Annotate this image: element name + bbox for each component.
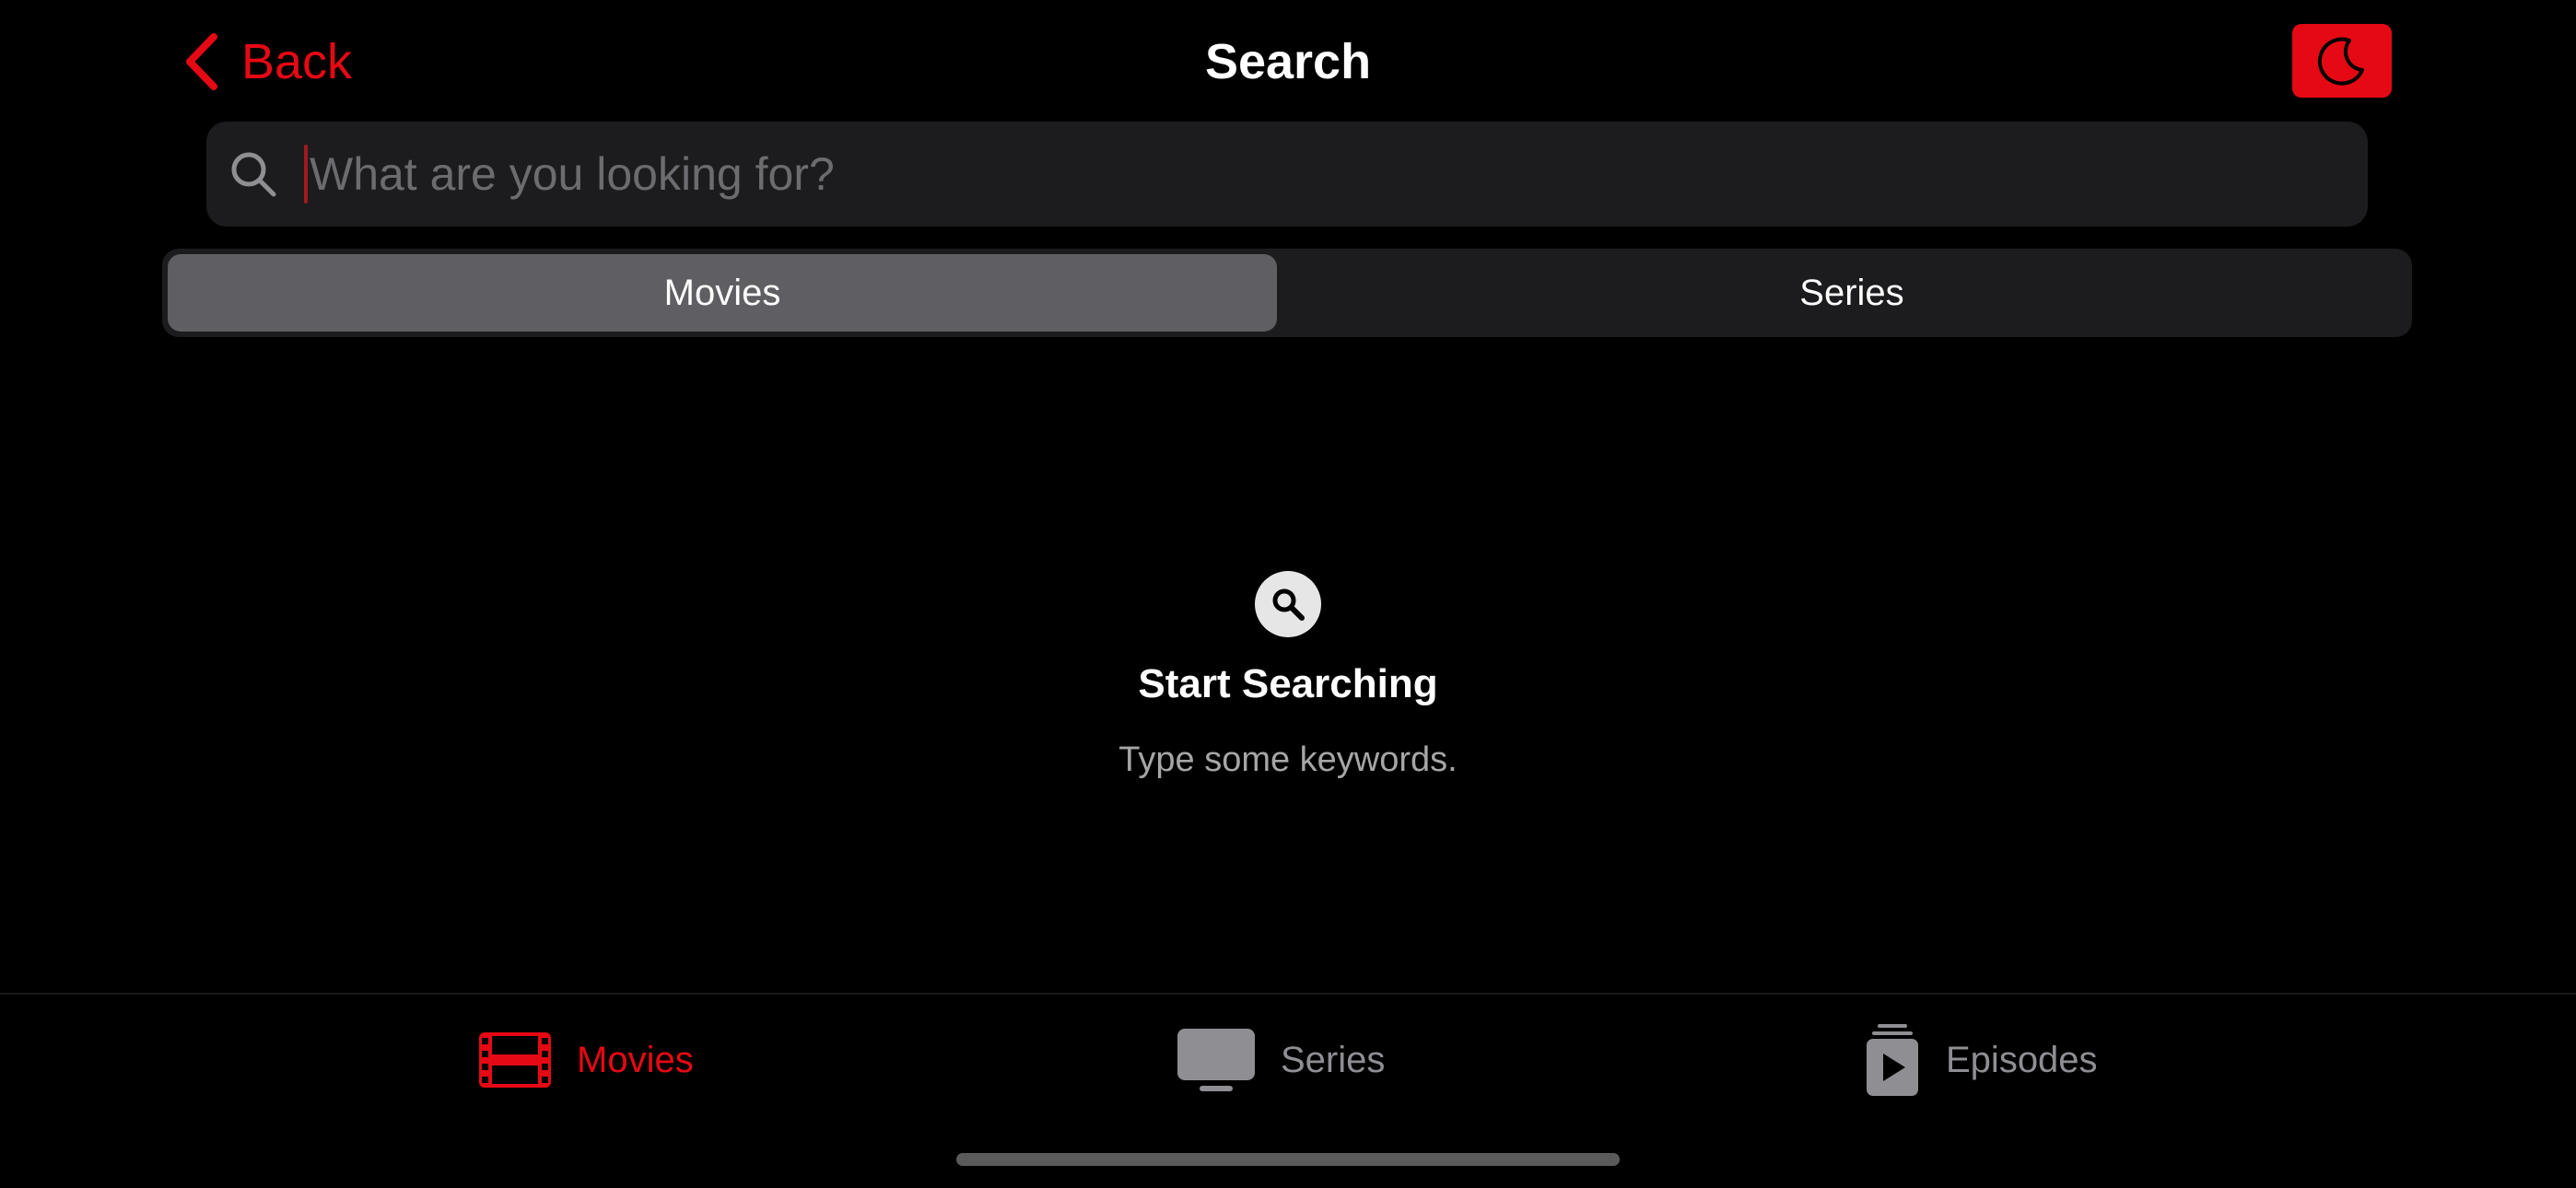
tab-episodes[interactable]: Episodes (1863, 1022, 2098, 1098)
tv-icon (1177, 1029, 1255, 1091)
search-screen: Back Search Movies Series Start Searchin… (0, 0, 2576, 1188)
chevron-left-icon (186, 33, 217, 90)
tab-series-label: Series (1281, 1039, 1386, 1080)
back-button[interactable]: Back (181, 28, 352, 96)
home-indicator (956, 1153, 1620, 1166)
media-type-segmented-control: Movies Series (162, 249, 2412, 337)
search-field[interactable] (206, 122, 2368, 227)
moon-icon (2317, 37, 2364, 86)
segment-series-label: Series (1799, 272, 1904, 313)
theme-toggle-button[interactable] (2292, 24, 2392, 98)
back-label: Back (241, 34, 353, 89)
segment-movies[interactable]: Movies (168, 254, 1277, 332)
segment-movies-label: Movies (663, 272, 781, 313)
episodes-icon (1867, 1024, 1918, 1096)
tab-series[interactable]: Series (1176, 1022, 1385, 1098)
tab-movies[interactable]: Movies (477, 1022, 694, 1098)
tabbar-divider (0, 993, 2576, 995)
segment-series[interactable]: Series (1297, 254, 2406, 332)
tab-episodes-label: Episodes (1946, 1039, 2098, 1080)
magnifier-icon (1255, 571, 1321, 637)
search-input[interactable] (310, 137, 2340, 211)
tab-movies-label: Movies (577, 1039, 694, 1080)
empty-state-title: Start Searching (1138, 661, 1438, 706)
text-caret (304, 145, 308, 204)
film-icon (479, 1032, 551, 1088)
empty-state-subtitle: Type some keywords. (1118, 740, 1458, 779)
search-icon (231, 152, 276, 197)
page-title: Search (1204, 34, 1372, 89)
